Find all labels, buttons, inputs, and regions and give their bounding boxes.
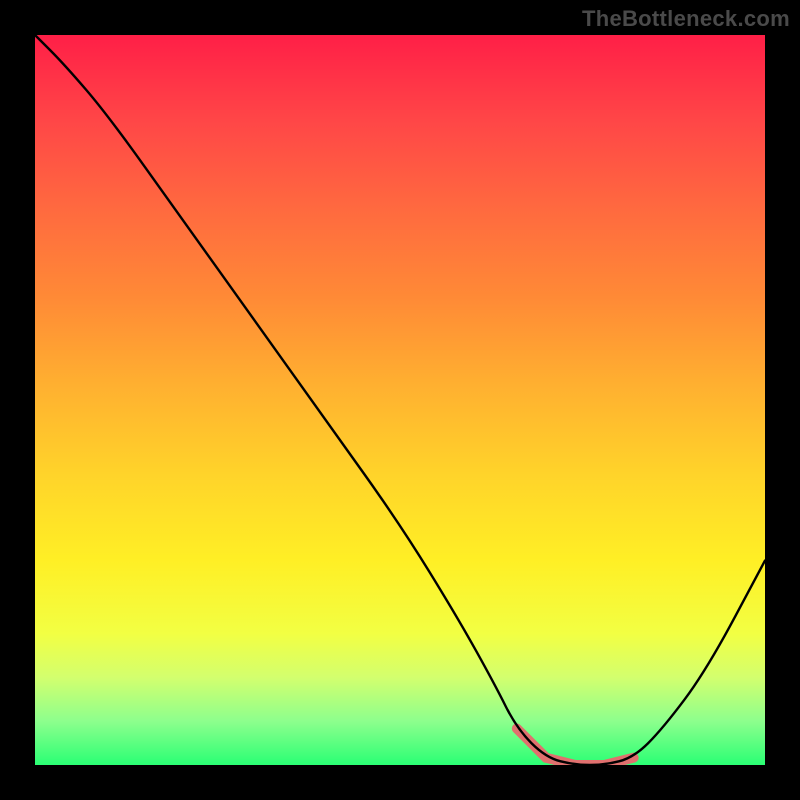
- plot-area: [35, 35, 765, 765]
- curve-svg: [35, 35, 765, 765]
- chart-container: TheBottleneck.com: [0, 0, 800, 800]
- watermark-text: TheBottleneck.com: [582, 6, 790, 32]
- bottleneck-curve: [35, 35, 765, 765]
